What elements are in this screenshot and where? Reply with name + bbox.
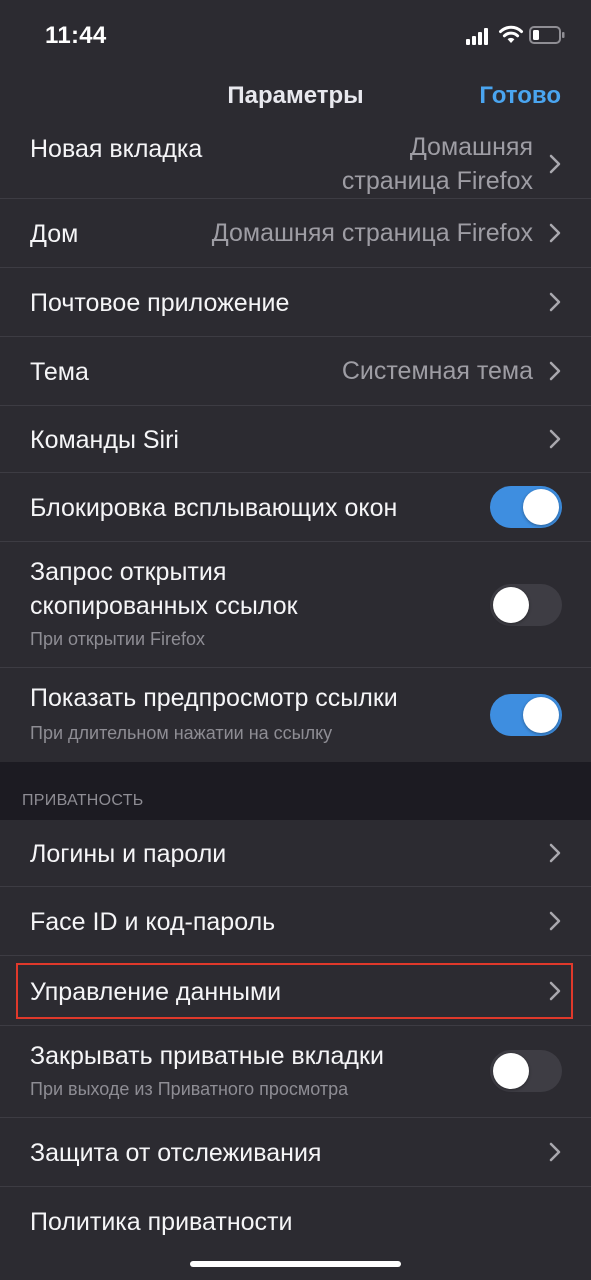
section-header-privacy: ПРИВАТНОСТЬ (22, 792, 144, 809)
chevron-right-icon (549, 361, 561, 381)
close-private-tabs-toggle[interactable] (490, 1050, 562, 1092)
row-logins-passwords[interactable]: Логины и пароли (0, 820, 591, 886)
status-bar: 11:44 (0, 0, 591, 70)
row-new-tab-label: Новая вкладка (30, 135, 203, 163)
row-mail-app[interactable]: Почтовое приложение (0, 268, 591, 336)
link-preview-toggle[interactable] (490, 694, 562, 736)
row-siri-shortcuts[interactable]: Команды Siri (0, 406, 591, 472)
row-home[interactable]: Дом Домашняя страница Firefox (0, 199, 591, 267)
row-privacy-policy-label: Политика приватности (30, 1208, 293, 1236)
row-close-private-tabs-sublabel: При выходе из Приватного просмотра (30, 1079, 349, 1099)
signal-icon (466, 27, 492, 45)
chevron-right-icon (549, 223, 561, 243)
row-mail-app-label: Почтовое приложение (30, 289, 290, 317)
row-offer-clipboard-sublabel: При открытии Firefox (30, 629, 206, 649)
battery-icon (529, 26, 565, 44)
nav-bar: Параметры Готово (0, 70, 591, 128)
row-home-value: Домашняя страница Firefox (211, 219, 533, 247)
block-popups-toggle[interactable] (490, 486, 562, 528)
row-link-preview: Показать предпросмотр ссылки При длитель… (0, 668, 591, 762)
chevron-right-icon (549, 292, 561, 312)
offer-clipboard-toggle[interactable] (490, 584, 562, 626)
row-tracking-protection-label: Защита от отслеживания (30, 1139, 322, 1167)
row-link-preview-label: Показать предпросмотр ссылки (30, 684, 398, 712)
toggle-knob (493, 587, 529, 623)
row-data-management-label: Управление данными (30, 978, 282, 1006)
row-offer-clipboard-label-line1: Запрос открытия (30, 558, 227, 586)
row-face-id-label: Face ID и код-пароль (30, 908, 276, 936)
settings-screen: 11:44 Параметры Готово Новая вкладка Дом… (0, 0, 591, 1280)
row-block-popups-label: Блокировка всплывающих окон (30, 494, 398, 522)
row-offer-clipboard: Запрос открытия скопированных ссылок При… (0, 542, 591, 667)
row-siri-label: Команды Siri (30, 426, 179, 454)
chevron-right-icon (549, 843, 561, 863)
row-face-id[interactable]: Face ID и код-пароль (0, 887, 591, 955)
status-time: 11:44 (45, 22, 107, 49)
done-button[interactable]: Готово (479, 82, 561, 110)
row-link-preview-sublabel: При длительном нажатии на ссылку (30, 723, 333, 743)
toggle-knob (523, 489, 559, 525)
row-logins-label: Логины и пароли (30, 840, 227, 868)
row-home-label: Дом (30, 220, 79, 248)
row-theme-label: Тема (30, 358, 89, 386)
row-new-tab[interactable]: Новая вкладка Домашняя страница Firefox (0, 128, 591, 198)
row-close-private-tabs: Закрывать приватные вкладки При выходе и… (0, 1026, 591, 1117)
chevron-right-icon (549, 154, 561, 174)
row-tracking-protection[interactable]: Защита от отслеживания (0, 1118, 591, 1186)
wifi-icon (499, 25, 523, 43)
row-offer-clipboard-label-line2: скопированных ссылок (30, 592, 298, 620)
row-new-tab-value: Домашняя страница Firefox (342, 130, 533, 198)
chevron-right-icon (549, 981, 561, 1001)
row-new-tab-value-line2: страница Firefox (341, 167, 533, 195)
row-theme-value: Системная тема (341, 357, 533, 385)
home-indicator[interactable] (190, 1261, 401, 1267)
row-block-popups: Блокировка всплывающих окон (0, 473, 591, 541)
row-close-private-tabs-label: Закрывать приватные вкладки (30, 1042, 384, 1070)
chevron-right-icon (549, 911, 561, 931)
toggle-knob (493, 1053, 529, 1089)
chevron-right-icon (549, 429, 561, 449)
row-new-tab-value-line1: Домашняя (409, 133, 533, 161)
row-data-management[interactable]: Управление данными (0, 956, 591, 1025)
chevron-right-icon (549, 1142, 561, 1162)
row-theme[interactable]: Тема Системная тема (0, 337, 591, 405)
toggle-knob (523, 697, 559, 733)
